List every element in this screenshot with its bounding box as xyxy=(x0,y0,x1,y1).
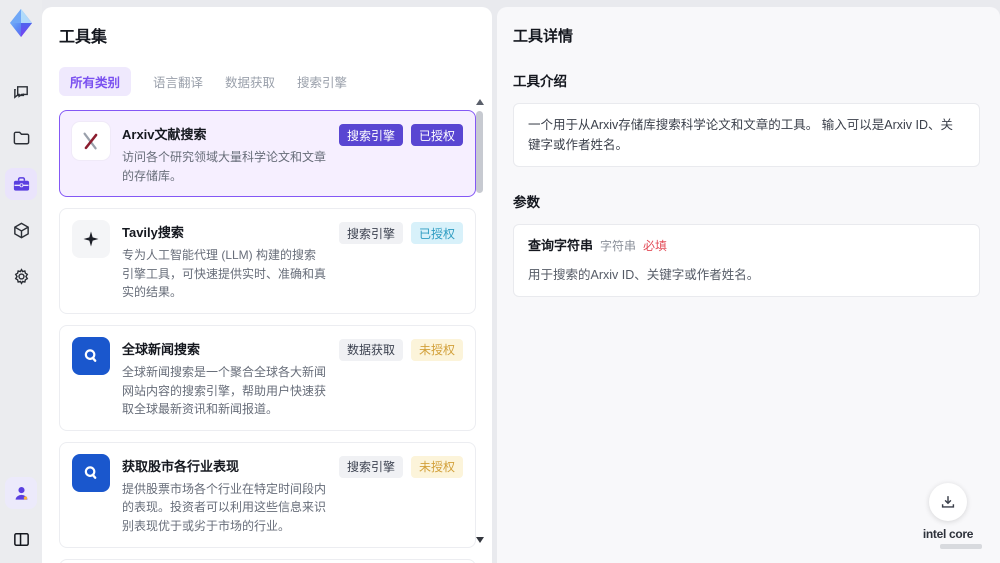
app-logo-icon xyxy=(6,8,36,38)
user-icon xyxy=(12,484,31,503)
download-icon xyxy=(939,493,957,511)
search-logo-icon xyxy=(72,453,110,492)
param-required-badge: 必填 xyxy=(643,239,668,253)
arxiv-logo-icon xyxy=(72,122,110,160)
sidebar-item-account[interactable] xyxy=(5,477,37,509)
status-badge: 未授权 xyxy=(410,455,463,478)
panel-layout-icon xyxy=(12,530,31,549)
chat-icon xyxy=(12,83,31,102)
app-window: 工具集 所有类别 语言翻译 数据获取 搜索引擎 Arxiv文献搜索 访问各个研究… xyxy=(0,0,1000,563)
left-icon-rail xyxy=(0,0,42,563)
page-title: 工具集 xyxy=(59,29,108,46)
sidebar-item-toolbox[interactable] xyxy=(5,168,37,200)
scroll-up-arrow-icon[interactable] xyxy=(476,99,484,105)
sidebar-item-chat[interactable] xyxy=(5,76,37,108)
category-tag: 数据获取 xyxy=(338,338,403,361)
tool-description: 全球新闻搜索是一个聚合全球各大新闻网站内容的搜索引擎，帮助用户快速获取全球最新资… xyxy=(122,364,327,417)
scrollbar-thumb[interactable] xyxy=(476,111,483,193)
tab-language-translation[interactable]: 语言翻译 xyxy=(153,67,203,96)
sidebar-item-panel-toggle[interactable] xyxy=(5,523,37,555)
param-description: 用于搜索的Arxiv ID、关键字或作者姓名。 xyxy=(528,267,760,282)
tab-all-categories[interactable]: 所有类别 xyxy=(59,67,132,96)
tool-list-pane: 工具集 所有类别 语言翻译 数据获取 搜索引擎 Arxiv文献搜索 访问各个研究… xyxy=(42,7,492,563)
intel-core-sublabel xyxy=(940,544,982,549)
detail-title: 工具详情 xyxy=(513,28,574,45)
tool-description: 专为人工智能代理 (LLM) 构建的搜索引擎工具，可快速提供实时、准确和真实的结… xyxy=(122,248,327,300)
tool-name: Arxiv文献搜索 xyxy=(122,127,207,142)
tab-search-engine[interactable]: 搜索引擎 xyxy=(297,67,347,96)
category-tag: 搜索引擎 xyxy=(338,455,403,478)
tab-data-fetching[interactable]: 数据获取 xyxy=(225,67,275,96)
list-item-tavily[interactable]: Tavily搜索 专为人工智能代理 (LLM) 构建的搜索引擎工具，可快速提供实… xyxy=(59,208,476,314)
param-box: 查询字符串 字符串 必填 用于搜索的Arxiv ID、关键字或作者姓名。 xyxy=(513,224,980,297)
intro-heading: 工具介绍 xyxy=(513,74,567,89)
sidebar-item-files[interactable] xyxy=(5,122,37,154)
intel-core-logo: intel core xyxy=(922,527,974,541)
gear-icon xyxy=(12,267,31,286)
list-item-arxiv[interactable]: Arxiv文献搜索 访问各个研究领域大量科学论文和文章的存储库。 搜索引擎 已授… xyxy=(59,110,476,198)
tool-name: 全球新闻搜索 xyxy=(122,341,201,357)
category-tag: 搜索引擎 xyxy=(338,222,403,245)
tool-name: Tavily搜索 xyxy=(122,225,184,241)
status-badge: 已授权 xyxy=(410,222,463,245)
status-badge: 未授权 xyxy=(410,338,463,361)
tavily-star-icon xyxy=(72,220,110,259)
status-badge: 已授权 xyxy=(410,124,463,146)
list-item-active-stocks[interactable]: 获取市场最活跃股票信息 提供当天交易量最高的股票列表，投资者可以利用这些信息来识… xyxy=(59,558,476,563)
params-heading: 参数 xyxy=(513,195,540,210)
tool-list: Arxiv文献搜索 访问各个研究领域大量科学论文和文章的存储库。 搜索引擎 已授… xyxy=(59,110,492,563)
search-logo-icon xyxy=(72,336,110,375)
sidebar-item-settings[interactable] xyxy=(5,260,37,292)
toolbox-icon xyxy=(12,175,31,194)
tool-name: 获取股市各行业表现 xyxy=(122,458,240,474)
param-type: 字符串 xyxy=(600,239,637,253)
content-area: 工具集 所有类别 语言翻译 数据获取 搜索引擎 Arxiv文献搜索 访问各个研究… xyxy=(42,0,1000,563)
tool-description: 访问各个研究领域大量科学论文和文章的存储库。 xyxy=(122,150,327,183)
list-scrollbar[interactable] xyxy=(475,93,485,555)
bottom-right-widget: intel core xyxy=(914,483,982,549)
list-item-global-news[interactable]: 全球新闻搜索 全球新闻搜索是一个聚合全球各大新闻网站内容的搜索引擎，帮助用户快速… xyxy=(59,324,476,431)
intro-box: 一个用于从Arxiv存储库搜索科学论文和文章的工具。 输入可以是Arxiv ID… xyxy=(513,103,980,167)
category-tag: 搜索引擎 xyxy=(338,124,403,146)
cube-icon xyxy=(12,221,31,240)
download-button[interactable] xyxy=(929,483,967,521)
param-name: 查询字符串 xyxy=(528,238,594,253)
list-item-sector-performance[interactable]: 获取股市各行业表现 提供股票市场各个行业在特定时间段内的表现。投资者可以利用这些… xyxy=(59,441,476,548)
sidebar-item-packages[interactable] xyxy=(5,214,37,246)
folder-icon xyxy=(12,129,31,148)
category-tabs: 所有类别 语言翻译 数据获取 搜索引擎 xyxy=(59,67,492,96)
tool-description: 提供股票市场各个行业在特定时间段内的表现。投资者可以利用这些信息来识别表现优于或… xyxy=(122,481,327,533)
tool-detail-pane: 工具详情 工具介绍 一个用于从Arxiv存储库搜索科学论文和文章的工具。 输入可… xyxy=(497,7,1000,563)
scroll-down-arrow-icon[interactable] xyxy=(476,537,484,543)
